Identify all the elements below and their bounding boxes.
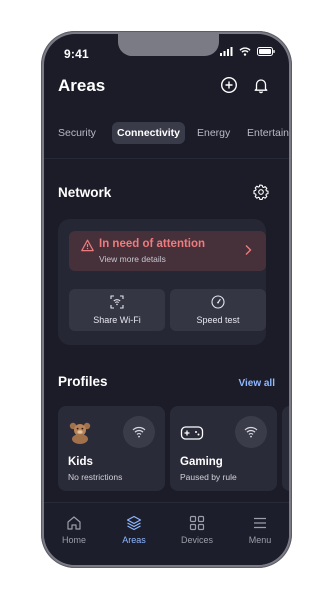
gaming-wifi-toggle[interactable] <box>235 416 267 448</box>
profile-card-kids[interactable]: Kids No restrictions <box>58 406 165 491</box>
network-title: Network <box>58 185 112 200</box>
view-all-link[interactable]: View all <box>238 378 275 389</box>
speed-test-button[interactable]: Speed test <box>170 289 266 331</box>
profile-status: No restrictions <box>68 472 123 482</box>
wifi-icon <box>244 426 258 438</box>
bell-icon[interactable] <box>252 76 270 94</box>
tab-security[interactable]: Security <box>53 122 101 144</box>
attention-alert[interactable]: In need of attention View more details <box>69 231 266 271</box>
profiles-title: Profiles <box>58 374 108 389</box>
network-card: In need of attention View more details S… <box>58 219 266 345</box>
profile-name: Kids <box>68 456 93 468</box>
nav-label: Devices <box>180 535 213 545</box>
speed-test-label: Speed test <box>196 315 240 325</box>
add-icon[interactable] <box>220 76 238 94</box>
profile-card-gaming[interactable]: Gaming Paused by rule <box>170 406 277 491</box>
status-icons <box>220 47 275 56</box>
alert-subtitle: View more details <box>99 254 166 264</box>
bottom-nav: Home Areas Devices Menu <box>44 502 289 565</box>
wifi-icon <box>132 426 146 438</box>
share-wifi-button[interactable]: Share Wi-Fi <box>69 289 165 331</box>
layers-icon <box>126 515 142 531</box>
chevron-right-icon <box>245 245 252 255</box>
teddy-bear-icon <box>69 422 91 444</box>
notch <box>118 34 219 56</box>
profile-name: Gaming <box>180 456 223 468</box>
app-screen: 9:41 Areas Security Connectivity Energy … <box>44 34 289 565</box>
tabs-divider <box>44 158 289 159</box>
nav-devices[interactable]: Devices <box>167 515 227 545</box>
alert-title: In need of attention <box>99 238 206 250</box>
nav-label: Home <box>61 535 86 545</box>
nav-menu[interactable]: Menu <box>230 515 289 545</box>
page-title: Areas <box>58 76 106 95</box>
warning-icon <box>81 239 94 252</box>
area-tabs: Security Connectivity Energy Entertain <box>44 122 289 148</box>
gamepad-icon <box>180 426 204 440</box>
profile-card-peek[interactable] <box>282 406 289 491</box>
profile-status: Paused by rule <box>180 472 237 482</box>
battery-icon <box>257 47 275 56</box>
status-time: 9:41 <box>64 47 89 61</box>
nav-home[interactable]: Home <box>44 515 104 545</box>
nav-label: Areas <box>122 535 146 545</box>
grid-icon <box>189 515 205 531</box>
menu-icon <box>254 517 266 529</box>
tab-entertainment[interactable]: Entertain <box>242 122 289 144</box>
home-icon <box>67 516 81 530</box>
nav-label: Menu <box>248 535 272 545</box>
wifi-status-icon <box>239 47 251 56</box>
nav-areas[interactable]: Areas <box>104 515 164 545</box>
share-wifi-label: Share Wi-Fi <box>93 315 141 325</box>
speedometer-icon <box>211 295 225 309</box>
tab-connectivity[interactable]: Connectivity <box>112 122 186 144</box>
kids-wifi-toggle[interactable] <box>123 416 155 448</box>
share-wifi-icon <box>110 295 124 309</box>
tab-energy[interactable]: Energy <box>192 122 235 144</box>
cellular-signal-icon <box>220 47 233 56</box>
gear-icon[interactable] <box>253 184 269 200</box>
phone-frame: 9:41 Areas Security Connectivity Energy … <box>41 31 292 568</box>
